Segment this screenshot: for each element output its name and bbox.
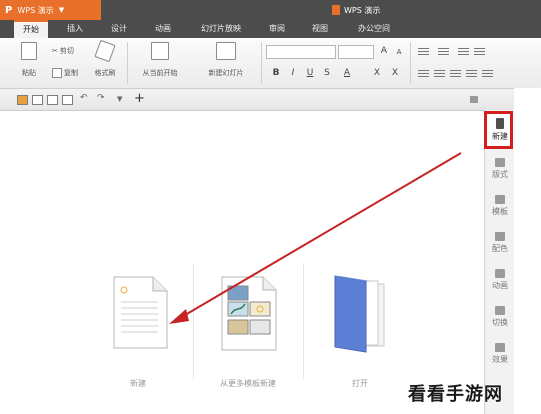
new-blank-tile[interactable] xyxy=(113,276,168,349)
taskpane-label: 效果 xyxy=(492,355,508,364)
tile-label-open: 打开 xyxy=(352,379,368,388)
template-document-icon xyxy=(221,276,277,351)
watermark-logo: 看看手游网 xyxy=(408,378,503,408)
task-pane: 新建 版式 模板 配色 动画 切换 效果 xyxy=(484,110,515,414)
transition-icon xyxy=(495,306,505,315)
open-tile[interactable] xyxy=(334,275,385,353)
taskpane-item-colors[interactable]: 配色 xyxy=(485,228,515,262)
effects-icon xyxy=(495,343,505,352)
taskpane-label: 配色 xyxy=(492,244,508,253)
taskpane-item-animation[interactable]: 动画 xyxy=(485,265,515,299)
taskpane-item-template[interactable]: 模板 xyxy=(485,191,515,225)
blank-document-icon xyxy=(113,276,168,349)
taskpane-label: 版式 xyxy=(492,170,508,179)
highlight-box-annotation xyxy=(484,111,513,149)
watermark-text: 看看手游网 xyxy=(408,384,503,405)
tile-label-new: 新建 xyxy=(130,379,146,388)
pane-margin xyxy=(514,88,541,414)
taskpane-item-transition[interactable]: 切换 xyxy=(485,302,515,336)
taskpane-label: 动画 xyxy=(492,281,508,290)
tile-label-template: 从更多模板新建 xyxy=(220,379,276,388)
taskpane-item-effects[interactable]: 效果 xyxy=(485,339,515,373)
taskpane-label: 模板 xyxy=(492,207,508,216)
new-from-template-tile[interactable] xyxy=(221,276,277,351)
open-folder-pages-icon xyxy=(334,275,385,353)
palette-icon xyxy=(495,232,505,241)
taskpane-item-layout[interactable]: 版式 xyxy=(485,154,515,188)
template-icon xyxy=(495,195,505,204)
layout-icon xyxy=(495,158,505,167)
wps-presentation-window: P WPS 演示 ▼ WPS 演示 开始 插入 设计 动画 幻灯片放映 审阅 视… xyxy=(0,0,541,414)
taskpane-label: 切换 xyxy=(492,318,508,327)
animation-icon xyxy=(495,269,505,278)
tiles-art xyxy=(113,275,385,353)
